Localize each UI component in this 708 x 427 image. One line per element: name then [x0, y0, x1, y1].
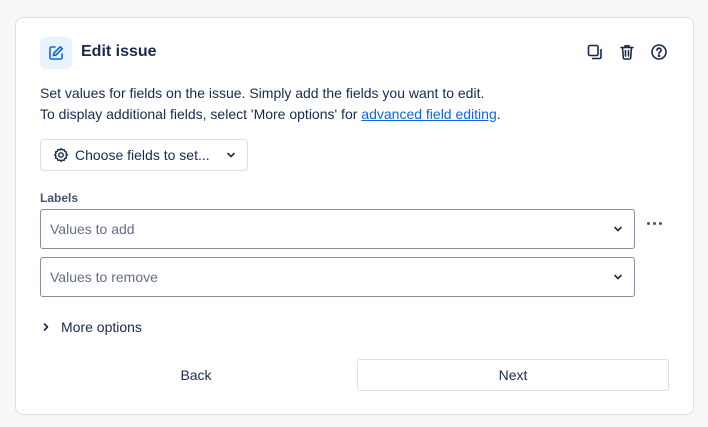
help-icon[interactable] [649, 42, 669, 62]
chevron-down-icon [614, 274, 622, 280]
more-options-toggle[interactable]: More options [40, 319, 142, 335]
description: Set values for fields on the issue. Simp… [40, 83, 660, 125]
page-title: Edit issue [81, 43, 157, 60]
duplicate-icon[interactable] [585, 42, 605, 62]
header-actions [585, 42, 669, 62]
chevron-right-icon [43, 323, 49, 331]
edit-issue-panel: Edit issue Set values for fields on the … [15, 17, 694, 415]
back-button[interactable]: Back [40, 359, 352, 391]
choose-fields-label: Choose fields to set... [75, 147, 210, 163]
gear-icon [53, 147, 69, 163]
values-to-remove-placeholder: Values to remove [50, 269, 158, 285]
trash-icon[interactable] [617, 42, 637, 62]
description-line-1: Set values for fields on the issue. Simp… [40, 85, 485, 101]
edit-pencil-icon [40, 37, 72, 69]
labels-field-label: Labels [40, 191, 79, 205]
choose-fields-button[interactable]: Choose fields to set... [40, 139, 248, 171]
description-prefix: To display additional fields, select 'Mo… [40, 106, 362, 122]
next-button[interactable]: Next [357, 359, 669, 391]
more-actions-icon[interactable] [643, 215, 665, 231]
more-options-label: More options [61, 319, 142, 335]
description-suffix: . [496, 106, 501, 122]
values-to-add-placeholder: Values to add [50, 221, 135, 237]
values-to-add-select[interactable]: Values to add [40, 209, 635, 249]
values-to-remove-select[interactable]: Values to remove [40, 257, 635, 297]
advanced-field-editing-link[interactable]: advanced field editing [361, 106, 496, 122]
chevron-down-icon [227, 152, 235, 158]
chevron-down-icon [614, 226, 622, 232]
description-line-2: To display additional fields, select 'Mo… [40, 104, 660, 125]
